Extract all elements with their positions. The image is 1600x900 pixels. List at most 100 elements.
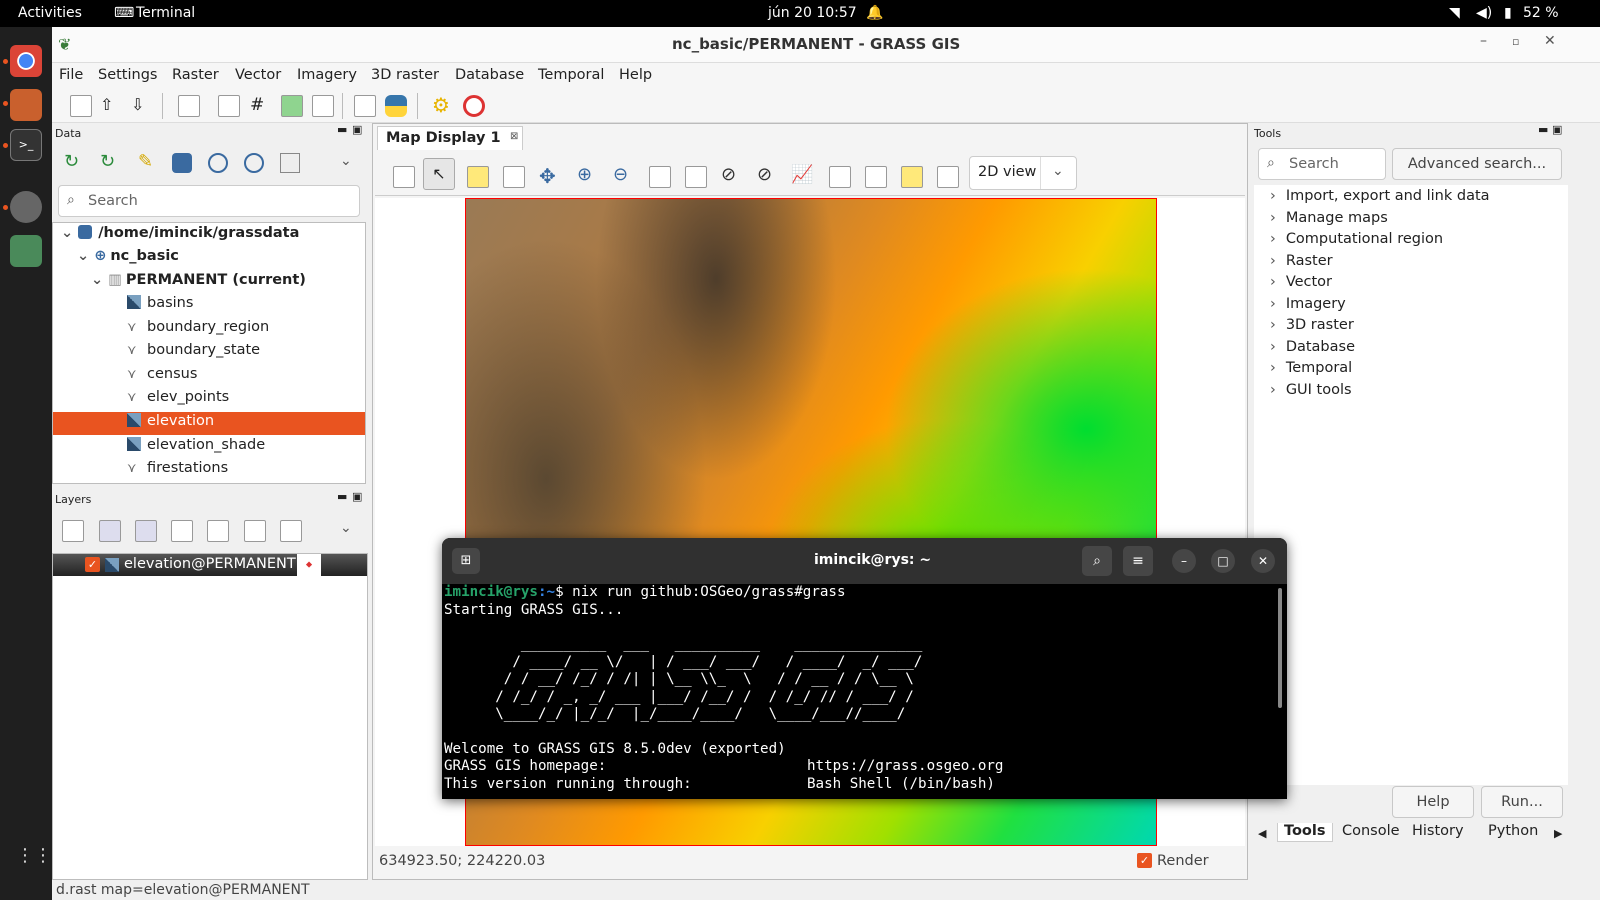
tool-item[interactable]: › Imagery <box>1270 296 1346 318</box>
activities-button[interactable]: Activities <box>18 5 82 21</box>
terminal-search-icon[interactable]: ⌕ <box>1082 546 1112 576</box>
menu-imagery[interactable]: Imagery <box>297 67 357 83</box>
add-map-layers-icon[interactable] <box>62 520 84 542</box>
tab-tools[interactable]: Tools <box>1277 823 1333 842</box>
files-icon[interactable] <box>10 89 42 121</box>
menu-file[interactable]: File <box>59 67 83 83</box>
tool-item[interactable]: › Import, export and link data <box>1270 188 1490 210</box>
tab-scroll-left-icon[interactable]: ◀ <box>1258 827 1266 840</box>
tree-item-boundary-region[interactable]: ⋎ boundary_region <box>127 319 357 341</box>
reload-icon[interactable]: ↻ <box>64 151 79 172</box>
maximize-icon[interactable]: ▫ <box>1512 35 1519 48</box>
analyze-icon[interactable]: 📈 <box>791 164 813 185</box>
panel-minimize-icon[interactable]: ▬ <box>337 490 347 503</box>
menu-help[interactable]: Help <box>619 67 652 83</box>
render-checkbox[interactable]: ✓ <box>1137 853 1152 868</box>
menu-raster[interactable]: Raster <box>172 67 219 83</box>
print-icon[interactable] <box>865 166 887 188</box>
tool-item[interactable]: › Vector <box>1270 274 1332 296</box>
minimize-icon[interactable]: – <box>1480 33 1487 49</box>
menu-database[interactable]: Database <box>455 67 524 83</box>
run-button[interactable]: Run... <box>1481 786 1563 818</box>
tool-item[interactable]: › Temporal <box>1270 360 1352 382</box>
wifi-icon[interactable]: ◥ <box>1449 5 1460 21</box>
display-map-icon[interactable] <box>393 166 415 188</box>
tool-item[interactable]: › 3D raster <box>1270 317 1354 339</box>
layer-row[interactable]: ✓ elevation@PERMANENT ⬥ <box>53 554 367 576</box>
volume-icon[interactable]: ◀) <box>1476 5 1492 21</box>
add-mapset-icon[interactable] <box>280 153 300 173</box>
tab-console[interactable]: Console <box>1342 823 1400 839</box>
save-image-icon[interactable] <box>901 166 923 188</box>
tab-python[interactable]: Python <box>1488 823 1538 839</box>
toolbar-overflow-icon[interactable]: ⌄ <box>340 153 352 169</box>
tree-item-census[interactable]: ⋎ census <box>127 366 357 388</box>
toolbar-overflow-icon[interactable]: ⌄ <box>340 520 352 536</box>
new-workspace-icon[interactable] <box>70 95 92 117</box>
tree-item-elevation[interactable]: elevation <box>127 413 357 435</box>
terminal-output[interactable]: imincik@rys:~$ nix run github:OSGeo/gras… <box>444 584 1277 799</box>
add-vector-misc-icon[interactable] <box>207 520 229 542</box>
chrome-icon[interactable] <box>10 45 42 77</box>
tree-location[interactable]: ⌄ ⊕ nc_basic <box>77 248 179 270</box>
open-workspace-icon[interactable]: ⇧ <box>100 95 122 117</box>
script-icon[interactable] <box>354 95 376 117</box>
graphical-modeler-icon[interactable] <box>312 95 334 117</box>
terminal-maximize-icon[interactable]: □ <box>1211 549 1235 573</box>
terminal-scrollbar[interactable] <box>1278 588 1282 708</box>
tools-search-input[interactable]: ⌕ Search <box>1258 148 1386 180</box>
tool-item[interactable]: › GUI tools <box>1270 382 1352 404</box>
hamburger-menu-icon[interactable]: ≡ <box>1123 546 1153 576</box>
edit-pencil-icon[interactable]: ✎ <box>138 151 153 172</box>
menu-settings[interactable]: Settings <box>98 67 157 83</box>
tree-item-basins[interactable]: basins <box>127 295 357 317</box>
menu-temporal[interactable]: Temporal <box>538 67 604 83</box>
view-mode-select[interactable]: 2D view ⌄ <box>969 156 1077 190</box>
pan-icon[interactable]: ✥ <box>539 164 556 188</box>
panel-float-icon[interactable]: ▣ <box>352 123 362 136</box>
tool-item[interactable]: › Manage maps <box>1270 210 1388 232</box>
add-overlay-icon[interactable] <box>280 520 302 542</box>
calculator-icon[interactable] <box>218 95 240 117</box>
zoom-region-icon[interactable] <box>685 166 707 188</box>
layer-opacity-icon[interactable]: ⬥ <box>297 554 321 576</box>
new-tab-icon[interactable]: ⊞ <box>452 548 480 574</box>
settings-gear-icon[interactable]: ⚙ <box>432 95 454 117</box>
menu-3d-raster[interactable]: 3D raster <box>371 67 439 83</box>
active-app-label[interactable]: Terminal <box>136 5 195 21</box>
tab-map-display-1[interactable]: Map Display 1 ⊠ <box>377 126 523 150</box>
add-vector-icon[interactable] <box>171 520 193 542</box>
tree-item-elev-points[interactable]: ⋎ elev_points <box>127 389 357 411</box>
map-window-icon[interactable] <box>937 166 959 188</box>
add-location-icon[interactable] <box>208 153 228 173</box>
grid-icon[interactable]: # <box>250 95 272 117</box>
close-icon[interactable]: ✕ <box>1544 33 1556 49</box>
zoom-options-icon[interactable]: ⊘ <box>757 164 772 185</box>
add-raster-icon[interactable] <box>99 520 121 542</box>
clock[interactable]: jún 20 10:57 <box>768 5 857 21</box>
select-icon[interactable] <box>503 166 525 188</box>
zoom-out-icon[interactable]: ⊖ <box>613 164 628 185</box>
add-database-icon[interactable] <box>172 153 192 173</box>
tab-close-icon[interactable]: ⊠ <box>510 131 518 142</box>
layer-checkbox[interactable]: ✓ <box>85 557 100 572</box>
tool-item[interactable]: › Computational region <box>1270 231 1443 253</box>
download-location-icon[interactable] <box>244 153 264 173</box>
panel-minimize-icon[interactable]: ▬ <box>1538 123 1548 136</box>
advanced-search-button[interactable]: Advanced search... <box>1392 148 1562 180</box>
tab-history[interactable]: History <box>1412 823 1464 839</box>
save-workspace-icon[interactable]: ⇩ <box>131 95 153 117</box>
python-icon[interactable] <box>385 95 407 117</box>
terminal-window[interactable]: ⊞ imincik@rys: ~ ⌕ ≡ – □ ✕ imincik@rys:~… <box>442 538 1287 799</box>
zoom-extent-icon[interactable] <box>649 166 671 188</box>
menu-vector[interactable]: Vector <box>235 67 281 83</box>
tool-item[interactable]: › Raster <box>1270 253 1333 275</box>
tree-item-elevation-shade[interactable]: elevation_shade <box>127 437 357 459</box>
settings-icon[interactable] <box>10 191 42 223</box>
zoom-in-icon[interactable]: ⊕ <box>577 164 592 185</box>
zoom-back-icon[interactable]: ⊘ <box>721 164 736 185</box>
add-group-icon[interactable] <box>244 520 266 542</box>
georectify-icon[interactable] <box>281 95 303 117</box>
reload-current-icon[interactable]: ↻ <box>100 151 115 172</box>
terminal-minimize-icon[interactable]: – <box>1172 549 1196 573</box>
